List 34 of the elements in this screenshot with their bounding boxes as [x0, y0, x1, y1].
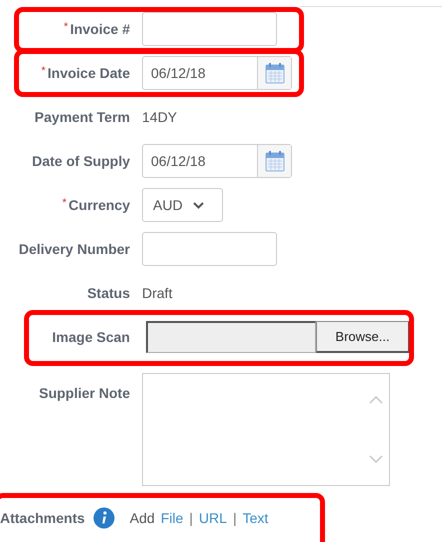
field-label: Supplier Note [38, 385, 130, 401]
field-label: Payment Term [34, 109, 130, 125]
calendar-button[interactable] [257, 57, 291, 89]
field-value: 14DY [142, 109, 178, 125]
attachment-link[interactable]: File [160, 510, 184, 526]
field-label: *Invoice Date [41, 65, 130, 81]
calendar-icon [264, 62, 284, 84]
field-label: *Invoice # [64, 21, 130, 37]
scroll-down-icon[interactable] [369, 455, 383, 463]
add-label: Add [130, 510, 155, 526]
date-field[interactable]: 06/12/18 [142, 144, 292, 178]
link-separator: | [189, 510, 193, 526]
field-label: Image Scan [52, 329, 130, 345]
browse-button[interactable]: Browse... [316, 321, 410, 353]
text-field[interactable] [142, 12, 277, 46]
attachment-link[interactable]: URL [198, 510, 227, 526]
field-value: Draft [142, 285, 174, 301]
date-field[interactable]: 06/12/18 [142, 56, 292, 90]
field-label: *Currency [62, 197, 130, 213]
link-separator: | [232, 510, 237, 526]
chevron-down-icon [192, 202, 204, 208]
attachment-link[interactable]: Text [242, 510, 268, 526]
info-icon[interactable] [92, 507, 115, 529]
scroll-up-icon[interactable] [369, 396, 383, 404]
field-label: Status [87, 285, 130, 301]
currency-dropdown[interactable]: AUD [142, 188, 223, 222]
file-path-field[interactable] [146, 321, 316, 353]
field-label: Delivery Number [18, 241, 130, 257]
text-field[interactable] [142, 232, 277, 266]
attachments-label: Attachments [0, 510, 85, 526]
field-label: Date of Supply [32, 153, 130, 169]
supplier-note-field[interactable] [142, 373, 390, 486]
calendar-icon [264, 150, 284, 172]
calendar-button[interactable] [257, 145, 291, 177]
